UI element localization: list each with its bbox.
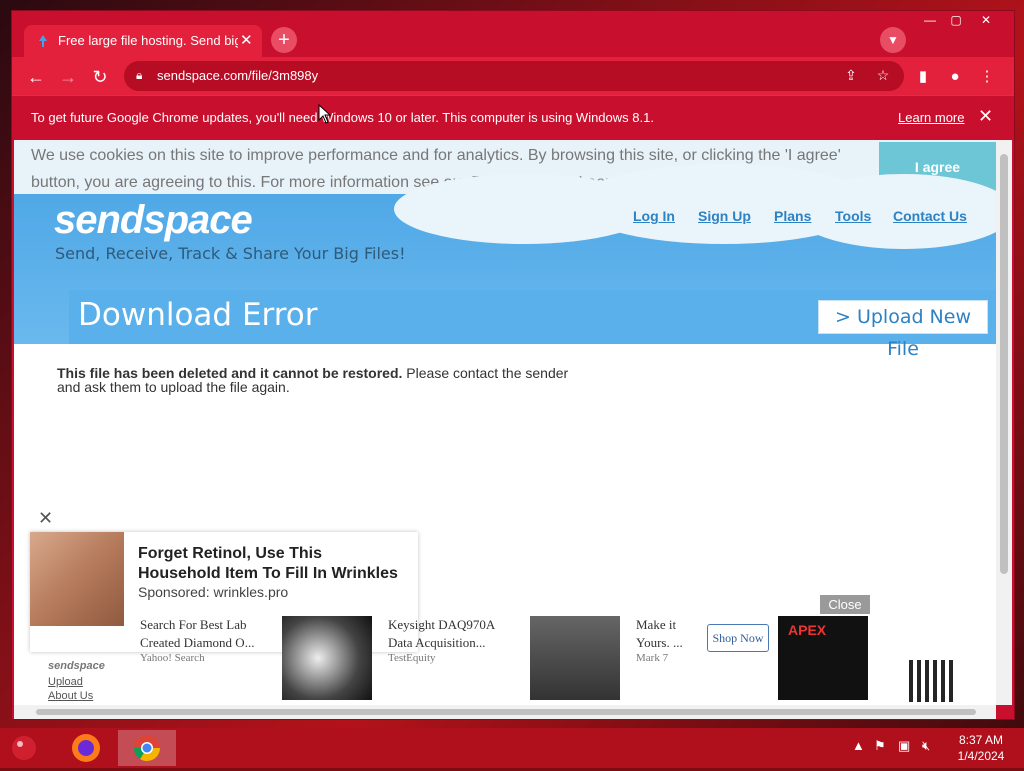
site-footer: sendspace Upload About Us — [48, 660, 105, 702]
page-viewport: We use cookies on this site to improve p… — [14, 140, 996, 705]
address-bar[interactable]: 🔒︎ sendspace.com/file/3m898y ⇪ ☆ — [124, 61, 904, 91]
error-message: This file has been deleted and it cannot… — [57, 366, 587, 394]
footer-brand: sendspace — [48, 660, 105, 672]
tab-title: Free large file hosting. Send big f — [58, 33, 238, 48]
ad-close-icon[interactable]: ✕ — [38, 508, 53, 529]
site-tagline: Send, Receive, Track & Share Your Big Fi… — [55, 244, 406, 263]
browser-toolbar: ← → ↻ 🔒︎ sendspace.com/file/3m898y ⇪ ☆ ▮… — [12, 57, 1014, 95]
ad-item-1-line1[interactable]: Search For Best Lab — [140, 616, 270, 634]
ad-strip-close-button[interactable]: Close — [820, 595, 870, 614]
page-title: Download Error — [78, 297, 318, 333]
tray-expand-icon[interactable]: ▲ — [852, 738, 865, 753]
apex-label: APEX — [788, 622, 827, 638]
sendspace-logo[interactable]: sendspace — [54, 198, 253, 243]
taskbar-clock[interactable]: 8:37 AM 1/4/2024 — [946, 732, 1016, 764]
ad-sponsor: Sponsored: wrinkles.pro — [138, 584, 289, 600]
apex-thumbnail[interactable]: APEX — [778, 616, 868, 700]
url-text[interactable]: sendspace.com/file/3m898y — [157, 68, 318, 83]
nav-tools[interactable]: Tools — [835, 208, 871, 224]
tab-strip: Free large file hosting. Send big f ✕ + … — [12, 11, 1014, 57]
new-tab-button[interactable]: + — [271, 27, 297, 53]
chrome-icon[interactable] — [118, 730, 176, 766]
ad-item-2-line2[interactable]: Data Acquisition... — [388, 634, 518, 652]
mouse-cursor-icon — [318, 104, 332, 124]
tab-search-icon[interactable]: ▼ — [880, 27, 906, 53]
clock-time: 8:37 AM — [958, 733, 1004, 747]
ad-item-2-line1[interactable]: Keysight DAQ970A — [388, 616, 518, 634]
diamond-thumbnail[interactable] — [282, 616, 372, 700]
menu-kebab-icon[interactable]: ⋮ — [976, 66, 998, 88]
lock-icon: 🔒︎ — [136, 68, 143, 82]
nav-plans[interactable]: Plans — [774, 208, 811, 224]
back-arrow-icon[interactable]: ← — [24, 65, 48, 89]
scrollbar-thumb[interactable] — [1000, 154, 1008, 574]
volume-muted-icon[interactable]: 🔇︎ — [922, 738, 930, 754]
profile-avatar-icon[interactable]: ● — [944, 66, 966, 88]
browser-window: Free large file hosting. Send big f ✕ + … — [11, 10, 1015, 720]
clock-date: 1/4/2024 — [957, 749, 1005, 763]
action-center-flag-icon[interactable]: ⚑ — [874, 738, 886, 754]
ad-item-3-line1[interactable]: Make it — [636, 616, 696, 634]
nav-login[interactable]: Log In — [633, 208, 675, 224]
bookmark-star-icon[interactable]: ☆ — [874, 67, 892, 85]
side-panel-icon[interactable]: ▮ — [912, 66, 934, 88]
forward-arrow-icon[interactable]: → — [56, 65, 80, 89]
network-icon[interactable]: ▣ — [898, 738, 910, 754]
start-orb-icon[interactable] — [4, 730, 62, 766]
active-tab[interactable]: Free large file hosting. Send big f ✕ — [24, 25, 262, 57]
nav-signup[interactable]: Sign Up — [698, 208, 751, 224]
ad-item-3-source: Mark 7 — [636, 652, 669, 664]
qr-code — [909, 660, 957, 702]
horizontal-scrollbar[interactable] — [14, 705, 996, 719]
nav-contact[interactable]: Contact Us — [893, 208, 967, 224]
shop-now-button[interactable]: Shop Now — [707, 624, 769, 652]
close-window-icon[interactable]: ✕ — [974, 11, 998, 29]
reload-icon[interactable]: ↻ — [88, 65, 112, 89]
ad-item-1-line2[interactable]: Created Diamond O... — [140, 634, 270, 652]
minimize-icon[interactable]: — — [918, 11, 942, 29]
footer-about-link[interactable]: About Us — [48, 690, 105, 702]
update-infobar: To get future Google Chrome updates, you… — [12, 95, 1014, 140]
footer-upload-link[interactable]: Upload — [48, 676, 105, 688]
sendspace-favicon-icon — [39, 35, 47, 47]
infobar-learn-more-link[interactable]: Learn more — [898, 110, 964, 125]
hscrollbar-thumb[interactable] — [36, 709, 976, 715]
tab-close-icon[interactable]: ✕ — [240, 31, 253, 49]
upload-new-file-button[interactable]: > Upload New File — [818, 300, 988, 360]
ad-title[interactable]: Forget Retinol, Use This Household Item … — [138, 544, 408, 584]
maximize-icon[interactable]: ▢ — [944, 11, 968, 29]
infobar-close-icon[interactable]: ✕ — [978, 106, 993, 127]
ad-item-1-source: Yahoo! Search — [140, 652, 205, 664]
ad-item-3-line2[interactable]: Yours. ... — [636, 634, 696, 652]
share-icon[interactable]: ⇪ — [842, 67, 860, 85]
ad-image[interactable] — [30, 532, 124, 626]
taskbar: ▲ ⚑ ▣ 🔇︎ 8:37 AM 1/4/2024 — [0, 728, 1024, 768]
daq-thumbnail[interactable] — [530, 616, 620, 700]
firefox-icon[interactable] — [62, 730, 120, 766]
vertical-scrollbar[interactable] — [996, 140, 1012, 705]
ad-item-2-source: TestEquity — [388, 652, 436, 664]
infobar-message: To get future Google Chrome updates, you… — [31, 110, 654, 125]
